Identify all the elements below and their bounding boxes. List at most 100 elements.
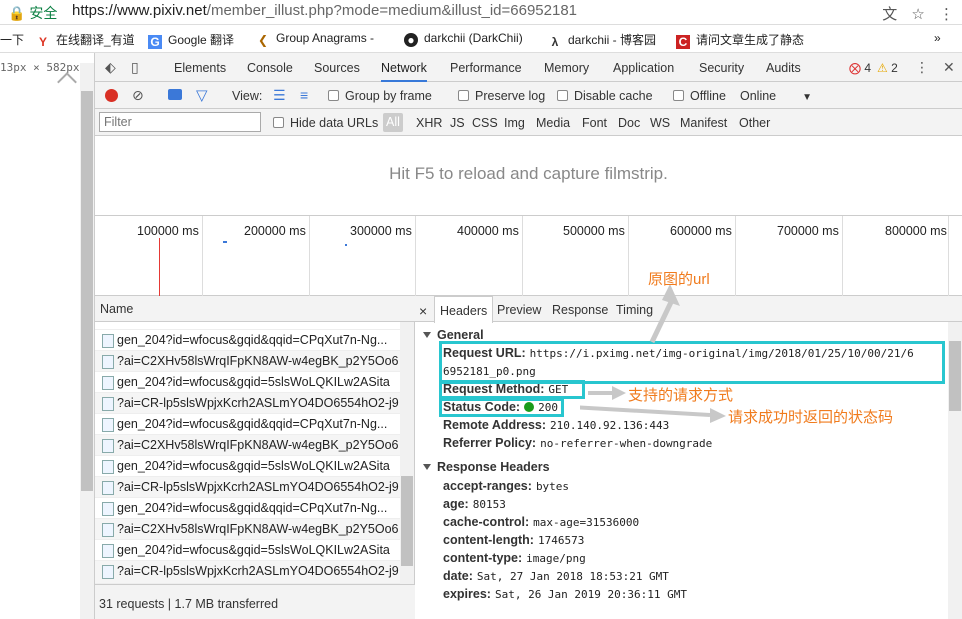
table-row[interactable]: ?ai=CR-lp5slsWpjxKcrh2ASLmYO4DO6554hO2-j…: [95, 477, 400, 498]
request-name: gen_204?id=wfocus&gqid&qqid=CPqXut7n-Ng.…: [117, 417, 388, 431]
table-row[interactable]: ?ai=C2XHv58lsWrqIFpKN8AW-w4egBK_p2Y5Oo6: [95, 435, 400, 456]
request-name: gen_204?id=wfocus&gqid=5slsWoLQKILw2ASit…: [117, 375, 390, 389]
column-name[interactable]: Name: [100, 302, 133, 316]
hide-data-urls-checkbox[interactable]: Hide data URLs: [273, 116, 378, 130]
timeline-tick: [309, 216, 310, 296]
tab-network[interactable]: Network: [381, 53, 427, 82]
secure-indicator[interactable]: 🔒 安全: [8, 3, 57, 23]
scroll-up-icon[interactable]: [57, 72, 77, 92]
filter-type-js[interactable]: JS: [450, 116, 465, 130]
address-bar[interactable]: 🔒 安全 https://www.pixiv.net/member_illust…: [0, 0, 962, 25]
table-row[interactable]: ?ai=C2XHv58lsWrqIFpKN8AW-w4egBK_p2Y5Oo6: [95, 351, 400, 372]
table-row[interactable]: gen_204?id=wfocus&gqid=5slsWoLQKILw2ASit…: [95, 372, 400, 393]
tab-console[interactable]: Console: [247, 61, 293, 75]
bookmark-item[interactable]: ❮ Group Anagrams -: [256, 31, 374, 47]
inspect-element-icon[interactable]: ⬖: [105, 59, 116, 76]
warning-count[interactable]: ⚠ 2: [877, 61, 898, 75]
table-row[interactable]: gen_204?id=wfocus&gqid&qqid=CPqXut7n-Ng.…: [95, 498, 400, 519]
bookmark-star-icon[interactable]: ☆: [911, 6, 924, 23]
tab-preview[interactable]: Preview: [497, 303, 541, 317]
preserve-log-checkbox[interactable]: Preserve log: [458, 89, 545, 103]
filter-type-css[interactable]: CSS: [472, 116, 498, 130]
bookmark-item[interactable]: Y 在线翻译_有道: [36, 31, 135, 49]
translate-page-icon[interactable]: 文: [882, 6, 897, 23]
page-scrollbar-thumb[interactable]: [81, 91, 93, 491]
devtools-menu-icon[interactable]: ⋮: [915, 59, 929, 76]
filter-type-img[interactable]: Img: [504, 116, 525, 130]
requests-scrollbar-thumb[interactable]: [401, 476, 413, 566]
filter-type-xhr[interactable]: XHR: [416, 116, 442, 130]
table-row[interactable]: gen_204?id=wfocus&gqid&qqid=CPqXut7n-Ng.…: [95, 414, 400, 435]
record-icon[interactable]: [105, 89, 118, 102]
screenshot-icon[interactable]: [168, 89, 182, 100]
tab-sources[interactable]: Sources: [314, 61, 360, 75]
table-row[interactable]: ?ai=C2XHv58lsWrqIFpKN8AW-w4egBK_p2Y5Oo6: [95, 519, 400, 540]
file-icon: [102, 334, 114, 348]
filter-type-ws[interactable]: WS: [650, 116, 670, 130]
timeline-overview[interactable]: 100000 ms 200000 ms 300000 ms 400000 ms …: [95, 216, 962, 296]
table-row[interactable]: gen_204?id=wfocus&gqid=5slsWoLQKILw2ASit…: [95, 456, 400, 477]
menu-kebab-icon[interactable]: ⋮: [939, 6, 954, 23]
response-headers-section-header[interactable]: Response Headers: [423, 460, 550, 474]
file-icon: [102, 460, 114, 474]
table-row[interactable]: gen_204?id=wfocus&gqid&qqid=CPqXut7n-Ng.…: [95, 330, 400, 351]
bookmark-item[interactable]: G Google 翻译: [148, 31, 234, 49]
tab-headers[interactable]: Headers: [434, 296, 494, 323]
filter-type-manifest[interactable]: Manifest: [680, 116, 727, 130]
tab-security[interactable]: Security: [699, 61, 744, 75]
filter-type-doc[interactable]: Doc: [618, 116, 640, 130]
waterfall-view-icon[interactable]: ≡: [300, 87, 308, 103]
section-title: General: [437, 328, 484, 342]
error-icon: ⨂: [849, 61, 861, 75]
disable-cache-checkbox[interactable]: Disable cache: [557, 89, 653, 103]
request-mark: [345, 244, 347, 246]
youdao-icon: Y: [38, 35, 47, 49]
bookmark-item[interactable]: 一下: [0, 31, 24, 48]
large-rows-icon[interactable]: ☰: [273, 87, 286, 104]
request-summary: 31 requests | 1.7 MB transferred: [99, 597, 279, 611]
filter-type-font[interactable]: Font: [582, 116, 607, 130]
table-row[interactable]: gen_204?id=wfocus&gqid=5slsWoLQKILw2ASit…: [95, 540, 400, 561]
request-name: gen_204?id=wfocus&gqid=5slsWoLQKILw2ASit…: [117, 459, 390, 473]
close-devtools-icon[interactable]: ✕: [943, 59, 955, 76]
network-toolbar: ⊘ ▽ View: ☰ ≡ Group by frame Preserve lo…: [95, 82, 962, 109]
error-count[interactable]: ⨂ 4: [849, 61, 871, 75]
filter-icon[interactable]: ▽: [196, 86, 208, 104]
table-row[interactable]: [95, 322, 400, 330]
more-bookmarks-icon[interactable]: »: [934, 31, 941, 45]
bookmark-item[interactable]: ● darkchii (DarkChii): [404, 31, 523, 47]
bookmark-item[interactable]: C 请问文章生成了静态: [676, 31, 804, 49]
request-name: ?ai=C2XHv58lsWrqIFpKN8AW-w4egBK_p2Y5Oo6: [117, 438, 399, 452]
lock-icon: 🔒: [8, 5, 26, 21]
header-key: content-type:: [443, 551, 523, 565]
table-row[interactable]: ?ai=CR-lp5slsWpjxKcrh2ASLmYO4DO6554hO2-j…: [95, 393, 400, 414]
clear-icon[interactable]: ⊘: [132, 87, 144, 104]
bookmark-label: 一下: [0, 33, 25, 47]
bookmark-label: Google 翻译: [168, 33, 235, 47]
device-toolbar-icon[interactable]: ▯: [131, 59, 139, 76]
bookmark-item[interactable]: λ darkchii - 博客园: [548, 31, 656, 49]
throttle-select[interactable]: Online ▼: [740, 89, 812, 103]
tab-performance[interactable]: Performance: [450, 61, 522, 75]
filter-type-media[interactable]: Media: [536, 116, 570, 130]
tab-application[interactable]: Application: [613, 61, 674, 75]
filter-type-all[interactable]: All: [383, 113, 403, 132]
request-name: ?ai=CR-lp5slsWpjxKcrh2ASLmYO4DO6554hO2-j…: [117, 564, 399, 578]
url-text[interactable]: https://www.pixiv.net/member_illust.php?…: [72, 2, 577, 19]
details-scrollbar-thumb[interactable]: [949, 341, 961, 411]
close-details-icon[interactable]: ×: [419, 303, 427, 319]
group-by-frame-checkbox[interactable]: Group by frame: [328, 89, 432, 103]
table-row[interactable]: ?ai=CR-lp5slsWpjxKcrh2ASLmYO4DO6554hO2-j…: [95, 561, 400, 584]
translate-icon: G: [148, 35, 162, 49]
tab-elements[interactable]: Elements: [174, 61, 226, 75]
filter-type-other[interactable]: Other: [739, 116, 770, 130]
request-name: gen_204?id=wfocus&gqid&qqid=CPqXut7n-Ng.…: [117, 333, 388, 347]
file-icon: [102, 565, 114, 579]
filter-input[interactable]: [99, 112, 261, 132]
tab-memory[interactable]: Memory: [544, 61, 589, 75]
tab-audits[interactable]: Audits: [766, 61, 801, 75]
header-key: content-length:: [443, 533, 534, 547]
annotation-arrows: [580, 284, 726, 423]
offline-checkbox[interactable]: Offline: [673, 89, 726, 103]
general-section-header[interactable]: General: [423, 328, 484, 342]
